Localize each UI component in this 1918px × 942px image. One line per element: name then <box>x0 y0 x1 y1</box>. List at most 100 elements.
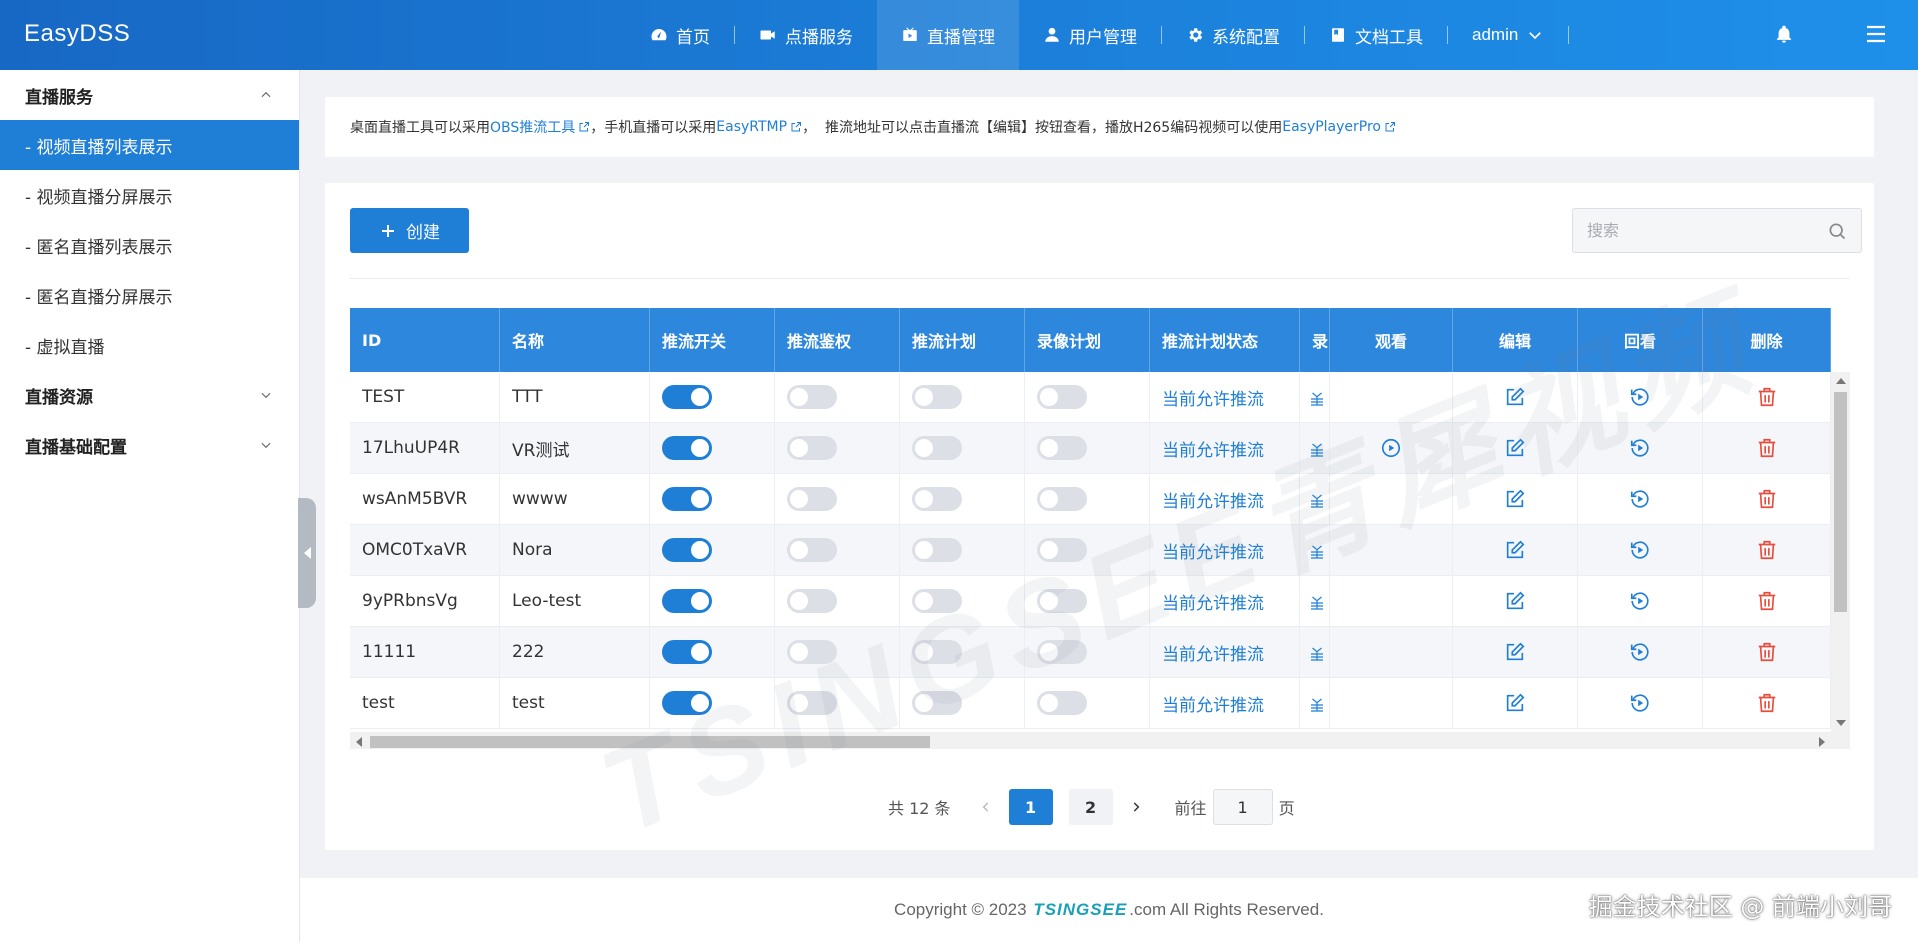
column-header-record-plan[interactable]: 录像计划 <box>1025 308 1150 372</box>
column-header-watch[interactable]: 观看 <box>1330 308 1453 372</box>
edit-icon[interactable] <box>1504 437 1526 459</box>
sidebar-item-virtual-live[interactable]: - 虚拟直播 <box>0 320 299 370</box>
push-plan-toggle[interactable] <box>912 589 962 613</box>
next-page-button[interactable] <box>1121 789 1151 825</box>
cell-plan-status[interactable]: 当前允许推流 <box>1150 627 1300 677</box>
playback-icon[interactable] <box>1629 386 1651 408</box>
create-button[interactable]: 创建 <box>350 208 469 253</box>
easyplayerpro-link[interactable]: EasyPlayerPro <box>1282 119 1396 135</box>
record-plan-toggle[interactable] <box>1037 691 1087 715</box>
easyrtmp-link[interactable]: EasyRTMP <box>716 119 802 135</box>
record-plan-toggle[interactable] <box>1037 589 1087 613</box>
push-plan-toggle[interactable] <box>912 538 962 562</box>
cell-plan-status[interactable]: 当前允许推流 <box>1150 423 1300 473</box>
column-header-push-auth[interactable]: 推流鉴权 <box>775 308 900 372</box>
prev-page-button[interactable] <box>971 789 1001 825</box>
nav-vod[interactable]: 点播服务 <box>735 0 877 70</box>
column-header-playback[interactable]: 回看 <box>1578 308 1703 372</box>
playback-icon[interactable] <box>1629 641 1651 663</box>
push-plan-toggle[interactable] <box>912 385 962 409</box>
user-menu[interactable]: admin <box>1448 0 1568 70</box>
push-auth-toggle[interactable] <box>787 487 837 511</box>
delete-trash-icon[interactable] <box>1756 386 1778 408</box>
push-switch-toggle[interactable] <box>662 640 712 664</box>
edit-icon[interactable] <box>1504 539 1526 561</box>
record-list-icon[interactable] <box>1308 439 1326 457</box>
nav-settings[interactable]: 系统配置 <box>1162 0 1304 70</box>
cell-plan-status[interactable]: 当前允许推流 <box>1150 372 1300 422</box>
delete-trash-icon[interactable] <box>1756 692 1778 714</box>
edit-icon[interactable] <box>1504 488 1526 510</box>
scroll-thumb[interactable] <box>370 736 930 748</box>
push-plan-toggle[interactable] <box>912 487 962 511</box>
delete-trash-icon[interactable] <box>1756 539 1778 561</box>
vertical-scrollbar[interactable] <box>1831 372 1850 732</box>
delete-trash-icon[interactable] <box>1756 590 1778 612</box>
nav-home[interactable]: 首页 <box>626 0 734 70</box>
record-plan-toggle[interactable] <box>1037 385 1087 409</box>
playback-icon[interactable] <box>1629 539 1651 561</box>
scroll-left-arrow[interactable] <box>356 737 362 747</box>
push-plan-toggle[interactable] <box>912 436 962 460</box>
edit-icon[interactable] <box>1504 692 1526 714</box>
delete-trash-icon[interactable] <box>1756 437 1778 459</box>
push-auth-toggle[interactable] <box>787 640 837 664</box>
page-button-1[interactable]: 1 <box>1008 789 1053 825</box>
column-header-delete[interactable]: 删除 <box>1703 308 1831 372</box>
record-list-icon[interactable] <box>1308 541 1326 559</box>
playback-icon[interactable] <box>1629 488 1651 510</box>
push-auth-toggle[interactable] <box>787 436 837 460</box>
record-list-icon[interactable] <box>1308 490 1326 508</box>
page-button-2[interactable]: 2 <box>1068 789 1113 825</box>
record-list-icon[interactable] <box>1308 694 1326 712</box>
sidebar-group-live-service[interactable]: 直播服务 <box>0 70 299 120</box>
column-header-record[interactable]: 录 <box>1300 308 1330 372</box>
record-plan-toggle[interactable] <box>1037 436 1087 460</box>
sidebar-item-anon-split[interactable]: - 匿名直播分屏展示 <box>0 270 299 320</box>
playback-icon[interactable] <box>1629 692 1651 714</box>
search-input[interactable] <box>1587 221 1807 240</box>
column-header-push-switch[interactable]: 推流开关 <box>650 308 775 372</box>
scroll-thumb[interactable] <box>1834 392 1847 612</box>
brand-logo[interactable]: EasyDSS <box>24 20 130 48</box>
sidebar-group-live-config[interactable]: 直播基础配置 <box>0 420 299 470</box>
horizontal-scrollbar[interactable] <box>350 732 1850 749</box>
nav-live[interactable]: 直播管理 <box>877 0 1019 70</box>
column-header-name[interactable]: 名称 <box>500 308 650 372</box>
push-auth-toggle[interactable] <box>787 538 837 562</box>
sidebar-item-anon-list[interactable]: - 匿名直播列表展示 <box>0 220 299 270</box>
playback-icon[interactable] <box>1629 437 1651 459</box>
record-plan-toggle[interactable] <box>1037 487 1087 511</box>
delete-trash-icon[interactable] <box>1756 488 1778 510</box>
column-header-edit[interactable]: 编辑 <box>1453 308 1578 372</box>
sidebar-collapse-handle[interactable] <box>298 498 316 608</box>
watch-play-icon[interactable] <box>1380 437 1402 459</box>
push-plan-toggle[interactable] <box>912 691 962 715</box>
push-switch-toggle[interactable] <box>662 691 712 715</box>
push-switch-toggle[interactable] <box>662 385 712 409</box>
goto-page-input[interactable] <box>1212 789 1273 825</box>
record-list-icon[interactable] <box>1308 592 1326 610</box>
cell-plan-status[interactable]: 当前允许推流 <box>1150 576 1300 626</box>
hamburger-menu-icon[interactable] <box>1864 22 1888 46</box>
scroll-up-arrow[interactable] <box>1836 378 1846 384</box>
delete-trash-icon[interactable] <box>1756 641 1778 663</box>
sidebar-group-live-resources[interactable]: 直播资源 <box>0 370 299 420</box>
obs-tool-link[interactable]: OBS推流工具 <box>490 117 590 137</box>
nav-docs[interactable]: 文档工具 <box>1305 0 1447 70</box>
push-switch-toggle[interactable] <box>662 487 712 511</box>
cell-plan-status[interactable]: 当前允许推流 <box>1150 474 1300 524</box>
column-header-id[interactable]: ID <box>350 308 500 372</box>
push-switch-toggle[interactable] <box>662 436 712 460</box>
push-switch-toggle[interactable] <box>662 538 712 562</box>
push-auth-toggle[interactable] <box>787 691 837 715</box>
record-plan-toggle[interactable] <box>1037 538 1087 562</box>
push-switch-toggle[interactable] <box>662 589 712 613</box>
search-icon[interactable] <box>1827 221 1847 241</box>
record-list-icon[interactable] <box>1308 388 1326 406</box>
edit-icon[interactable] <box>1504 590 1526 612</box>
record-list-icon[interactable] <box>1308 643 1326 661</box>
playback-icon[interactable] <box>1629 590 1651 612</box>
push-auth-toggle[interactable] <box>787 589 837 613</box>
edit-icon[interactable] <box>1504 386 1526 408</box>
